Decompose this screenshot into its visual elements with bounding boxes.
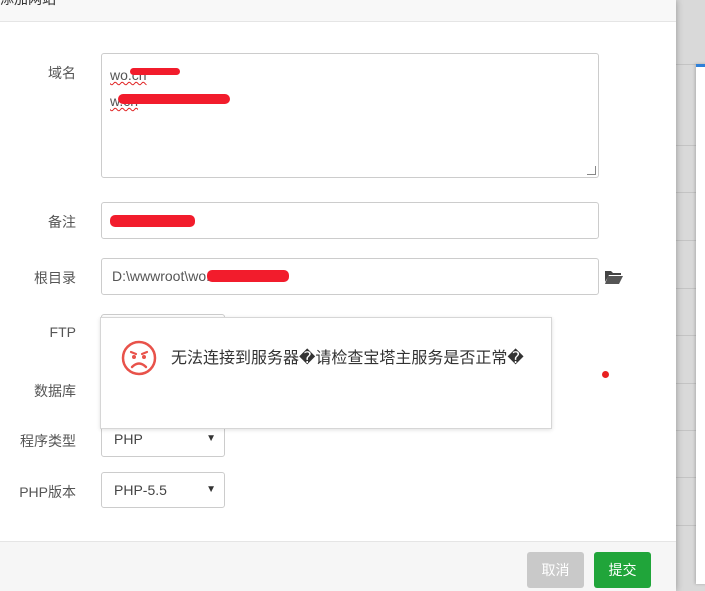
remark-label: 备注 [48,214,76,230]
program-type-label: 程序类型 [20,433,76,449]
submit-button[interactable]: 提交 [594,552,651,588]
php-version-value: PHP-5.5 [114,482,167,498]
sad-face-icon [121,340,157,376]
redaction-mark [207,270,289,282]
domain-line-1: wo.cn [110,67,147,83]
redaction-mark [118,94,230,104]
redaction-mark [110,215,195,227]
ftp-label: FTP [49,324,76,340]
program-type-value: PHP [114,431,143,447]
add-site-dialog: 添加网站 域名 wo.cn w.cn 备注 w.cn 根目录 D:\wwwroo… [0,0,676,591]
database-label: 数据库 [34,383,76,399]
chevron-down-icon: ▼ [206,484,216,495]
php-version-select[interactable]: PHP-5.5 ▼ [101,472,225,508]
redaction-mark [130,68,180,75]
folder-open-icon[interactable] [604,269,624,285]
domain-label: 域名 [48,65,76,81]
dialog-title: 添加网站 [0,0,56,8]
resize-handle[interactable] [587,166,596,175]
red-dot-marker [602,371,609,378]
php-version-label: PHP版本 [19,484,76,500]
error-message-popup: 无法连接到服务器�请检查宝塔主服务是否正常� [100,317,552,429]
root-dir-input[interactable]: D:\wwwroot\wo.cn [101,258,599,295]
cancel-button[interactable]: 取消 [527,552,584,588]
error-message-text: 无法连接到服务器�请检查宝塔主服务是否正常� [171,350,524,367]
dialog-title-bar: 添加网站 [0,0,676,22]
background-side-panel [696,64,705,584]
root-dir-label: 根目录 [34,270,76,286]
